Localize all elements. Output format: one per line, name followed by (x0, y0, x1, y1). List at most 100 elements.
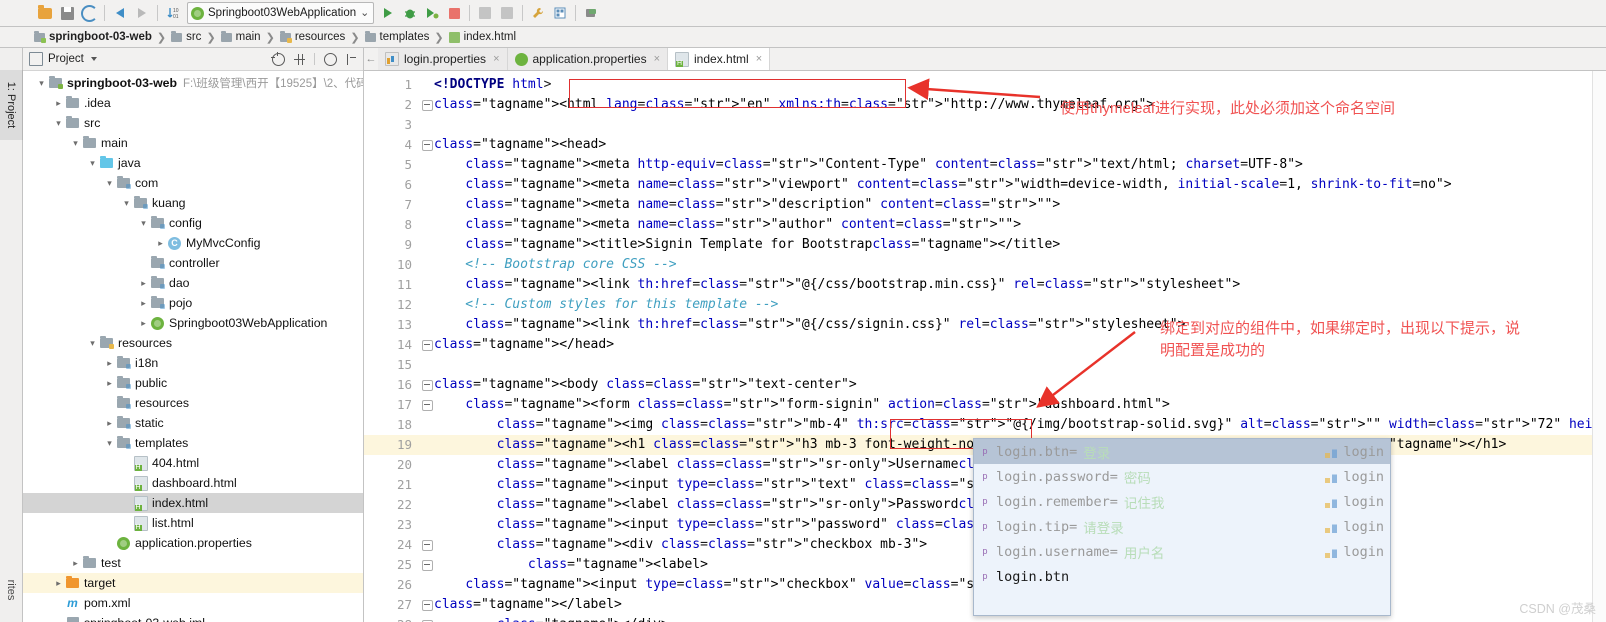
run-icon[interactable] (377, 3, 399, 23)
tree-expand-arrow[interactable] (103, 438, 116, 449)
tree-item-springboot03webapplication[interactable]: Springboot03WebApplication (23, 313, 363, 333)
tree-expand-arrow[interactable] (103, 178, 116, 189)
autocomplete-item-5[interactable]: p login.btn (974, 564, 1390, 589)
tree-expand-arrow[interactable] (69, 558, 82, 569)
breadcrumb-item-1[interactable]: src (169, 30, 203, 43)
fold-toggle[interactable] (420, 535, 434, 555)
tree-expand-arrow[interactable] (137, 298, 150, 309)
tree-expand-arrow[interactable] (120, 198, 133, 209)
tree-expand-arrow[interactable] (86, 158, 99, 169)
tree-expand-arrow[interactable] (35, 78, 48, 89)
editor-tab-index-html[interactable]: index.html × (668, 48, 771, 70)
tree-expand-arrow[interactable] (103, 418, 116, 429)
tree-item-static[interactable]: static (23, 413, 363, 433)
tree-item-test[interactable]: test (23, 553, 363, 573)
sort-icon[interactable]: 10 01 (162, 3, 184, 23)
tree-expand-arrow[interactable] (103, 378, 116, 389)
project-tree[interactable]: springboot-03-web F:\班级管理\西开【19525】\2、代码\… (23, 71, 363, 622)
tab-scroll-left-icon[interactable]: ← (364, 48, 378, 70)
code-folding-bar[interactable] (420, 71, 434, 622)
close-icon[interactable]: × (756, 53, 762, 65)
chevron-down-icon[interactable] (90, 57, 97, 61)
tree-item-pojo[interactable]: pojo (23, 293, 363, 313)
tool-window-tab-favorites[interactable]: rites (0, 562, 22, 618)
tree-item-resources[interactable]: resources (23, 333, 363, 353)
tree-item-springboot-03-web[interactable]: springboot-03-web F:\班级管理\西开【19525】\2、代码\… (23, 73, 363, 93)
autocomplete-item-3[interactable]: p login.tip= 请登录 login (974, 514, 1390, 539)
tool-window-tab-project[interactable]: 1: Project (0, 70, 23, 140)
chevron-down-icon[interactable]: ⌄ (360, 7, 369, 19)
save-all-icon[interactable] (56, 3, 78, 23)
fold-toggle[interactable] (420, 335, 434, 355)
breadcrumb-item-5[interactable]: index.html (447, 31, 518, 43)
fold-toggle[interactable] (420, 615, 434, 622)
editor-tab-application-properties[interactable]: application.properties × (507, 48, 669, 70)
breadcrumb-item-2[interactable]: main (219, 30, 263, 43)
tree-expand-arrow[interactable] (103, 358, 116, 369)
autocomplete-item-4[interactable]: p login.username= 用户名 login (974, 539, 1390, 564)
tree-item-kuang[interactable]: kuang (23, 193, 363, 213)
tree-item-target[interactable]: target (23, 573, 363, 593)
tree-item-mymvcconfig[interactable]: C MyMvcConfig (23, 233, 363, 253)
tree-expand-arrow[interactable] (137, 218, 150, 229)
fold-toggle[interactable] (420, 135, 434, 155)
autocomplete-popup[interactable]: p login.btn= 登录 login p login.password= 密码 logi… (973, 438, 1391, 616)
tree-expand-arrow[interactable] (52, 98, 65, 109)
tree-item-springboot-03-web-iml[interactable]: springboot-03-web.iml (23, 613, 363, 622)
tree-expand-arrow[interactable] (69, 138, 82, 149)
tree-item-controller[interactable]: controller (23, 253, 363, 273)
profiler-icon[interactable] (496, 3, 518, 23)
tree-item-application-properties[interactable]: application.properties (23, 533, 363, 553)
tree-item-dashboard-html[interactable]: dashboard.html (23, 473, 363, 493)
open-folder-icon[interactable] (34, 3, 56, 23)
sync-icon[interactable] (78, 3, 100, 23)
debug-icon[interactable] (399, 3, 421, 23)
collapse-all-icon[interactable] (294, 53, 305, 65)
tree-expand-arrow[interactable] (52, 118, 65, 129)
locate-icon[interactable] (271, 51, 285, 66)
close-icon[interactable]: × (654, 53, 660, 65)
tree-item-index-html[interactable]: index.html (23, 493, 363, 513)
tree-expand-arrow[interactable] (86, 338, 99, 349)
tree-expand-arrow[interactable] (52, 578, 65, 589)
fold-toggle[interactable] (420, 395, 434, 415)
coverage-icon[interactable] (474, 3, 496, 23)
tree-item-list-html[interactable]: list.html (23, 513, 363, 533)
fold-toggle[interactable] (420, 375, 434, 395)
tree-item-i18n[interactable]: i18n (23, 353, 363, 373)
navigate-forward-icon[interactable] (131, 3, 153, 23)
tree-item-dao[interactable]: dao (23, 273, 363, 293)
editor-tab-login-properties[interactable]: login.properties × (378, 48, 508, 70)
structure-grid-icon[interactable] (549, 3, 571, 23)
tree-item-templates[interactable]: templates (23, 433, 363, 453)
error-marker-strip[interactable] (1592, 71, 1606, 622)
settings-gear-icon[interactable] (324, 52, 337, 66)
database-icon[interactable] (580, 3, 602, 23)
tree-item-java[interactable]: java (23, 153, 363, 173)
autocomplete-item-2[interactable]: p login.remember= 记住我 login (974, 489, 1390, 514)
tree-item-404-html[interactable]: 404.html (23, 453, 363, 473)
tree-item-pom-xml[interactable]: m pom.xml (23, 593, 363, 613)
autocomplete-item-1[interactable]: p login.password= 密码 login (974, 464, 1390, 489)
tree-item-com[interactable]: com (23, 173, 363, 193)
tree-item-public[interactable]: public (23, 373, 363, 393)
breadcrumb-item-4[interactable]: templates (363, 30, 432, 43)
run-configuration-selector[interactable]: Springboot03WebApplication ⌄ (187, 2, 375, 24)
autocomplete-item-0[interactable]: p login.btn= 登录 login (974, 439, 1390, 464)
breadcrumb-item-3[interactable]: resources (278, 30, 348, 43)
fold-toggle[interactable] (420, 555, 434, 575)
tree-expand-arrow[interactable] (137, 318, 150, 329)
breadcrumb-item-0[interactable]: springboot-03-web (32, 30, 154, 43)
tree-item-main[interactable]: main (23, 133, 363, 153)
project-title-group[interactable]: Project (29, 52, 97, 66)
debug-run-icon[interactable] (421, 3, 443, 23)
tree-item--idea[interactable]: .idea (23, 93, 363, 113)
tree-item-src[interactable]: src (23, 113, 363, 133)
build-wrench-icon[interactable] (527, 3, 549, 23)
hide-icon[interactable] (346, 53, 357, 65)
tree-item-resources[interactable]: resources (23, 393, 363, 413)
close-icon[interactable]: × (493, 53, 499, 65)
stop-icon[interactable] (443, 3, 465, 23)
fold-toggle[interactable] (420, 595, 434, 615)
fold-toggle[interactable] (420, 95, 434, 115)
